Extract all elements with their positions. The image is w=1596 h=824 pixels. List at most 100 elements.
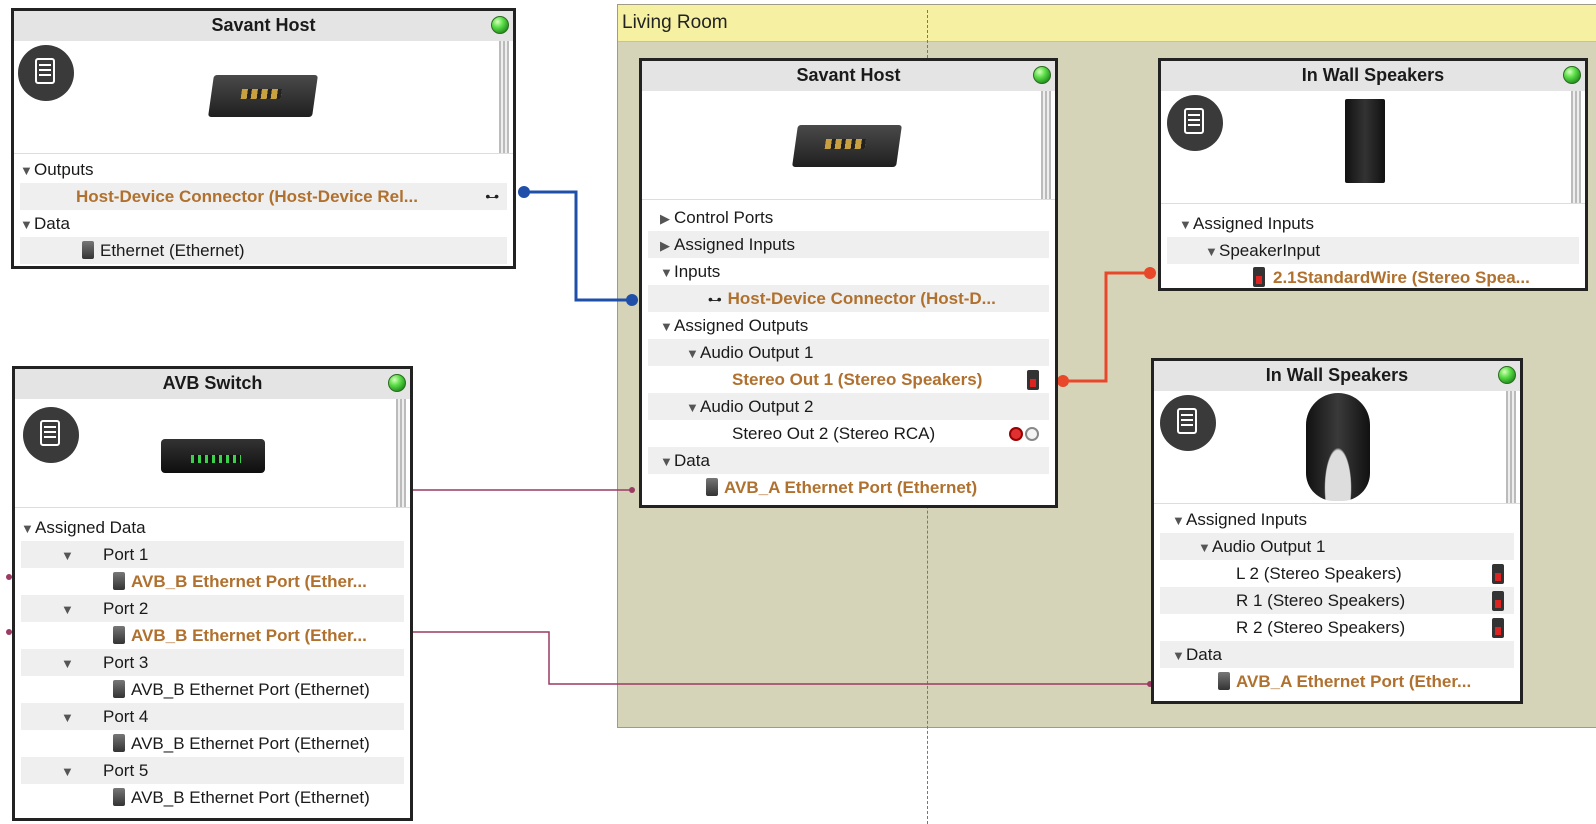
connector-icon[interactable]: •–• xyxy=(485,183,499,210)
section-label: Inputs xyxy=(674,262,721,281)
scrollbar[interactable] xyxy=(1041,91,1051,199)
port-4-item[interactable]: AVB_B Ethernet Port (Ethernet) xyxy=(21,730,404,757)
port-3-row[interactable]: ▼ Port 3 xyxy=(21,649,404,676)
section-label: Assigned Inputs xyxy=(1193,214,1314,233)
data-item-label: AVB_A Ethernet Port (Ether... xyxy=(1236,672,1472,691)
disclosure-down-icon[interactable]: ▼ xyxy=(1167,238,1219,265)
disclosure-down-icon[interactable]: ▼ xyxy=(1160,642,1186,669)
disclosure-down-icon[interactable]: ▼ xyxy=(648,259,674,286)
device-in-wall-speakers-bottom[interactable]: In Wall Speakers ▼Assigned Inputs ▼Audio… xyxy=(1151,358,1523,704)
scrollbar[interactable] xyxy=(499,41,509,153)
disclosure-down-icon[interactable]: ▼ xyxy=(648,340,700,367)
disclosure-down-icon[interactable]: ▼ xyxy=(1167,211,1193,238)
data-item-row[interactable]: AVB_A Ethernet Port (Ether... xyxy=(1160,668,1514,695)
section-assigned-data[interactable]: ▼Assigned Data xyxy=(21,514,404,541)
port-3-item[interactable]: AVB_B Ethernet Port (Ethernet) xyxy=(21,676,404,703)
connector-icon[interactable]: •–• xyxy=(648,286,722,313)
disclosure-down-icon[interactable]: ▼ xyxy=(21,515,35,542)
document-icon[interactable] xyxy=(1167,95,1223,151)
port-label: Port 4 xyxy=(103,707,149,726)
section-assigned-inputs[interactable]: ▼Assigned Inputs xyxy=(1167,210,1579,237)
disclosure-down-icon[interactable]: ▼ xyxy=(648,313,674,340)
device-avb-switch[interactable]: AVB Switch ▼Assigned Data ▼ Port 1 AVB_B … xyxy=(12,366,413,821)
section-assigned-inputs[interactable]: ▶ Assigned Inputs xyxy=(648,231,1049,258)
section-label: Assigned Data xyxy=(35,518,146,537)
document-icon[interactable] xyxy=(18,45,74,101)
disclosure-down-icon[interactable]: ▼ xyxy=(1160,507,1186,534)
data-item-row[interactable]: AVB_A Ethernet Port (Ethernet) xyxy=(648,474,1049,501)
rca-connector-icon[interactable] xyxy=(1009,420,1039,447)
disclosure-down-icon[interactable]: ▼ xyxy=(20,157,34,184)
device-savant-host-left[interactable]: Savant Host ▼Outputs Host-Device Connect… xyxy=(11,8,516,269)
section-control-ports[interactable]: ▶ Control Ports xyxy=(648,204,1049,231)
device-title: AVB Switch xyxy=(15,369,410,399)
disclosure-down-icon[interactable]: ▼ xyxy=(648,394,700,421)
scrollbar[interactable] xyxy=(1571,91,1581,203)
stereo-out-2-row[interactable]: Stereo Out 2 (Stereo RCA) xyxy=(648,420,1049,447)
disclosure-right-icon[interactable]: ▶ xyxy=(648,205,674,232)
ethernet-port-icon xyxy=(113,788,125,806)
speaker-input-row[interactable]: ▼SpeakerInput xyxy=(1167,237,1579,264)
disclosure-down-icon[interactable]: ▼ xyxy=(21,758,75,785)
audio-output-1-row[interactable]: ▼Audio Output 1 xyxy=(648,339,1049,366)
port-label: Port 1 xyxy=(103,545,149,564)
data-item-row[interactable]: Ethernet (Ethernet) xyxy=(20,237,507,264)
disclosure-down-icon[interactable]: ▼ xyxy=(20,211,34,238)
scrollbar[interactable] xyxy=(1506,391,1516,503)
group-label: Audio Output 1 xyxy=(700,343,814,362)
scrollbar[interactable] xyxy=(396,399,406,507)
speaker-item-row[interactable]: R 2 (Stereo Speakers) xyxy=(1160,614,1514,641)
port-4-row[interactable]: ▼ Port 4 xyxy=(21,703,404,730)
disclosure-down-icon[interactable]: ▼ xyxy=(21,704,75,731)
device-title: Savant Host xyxy=(642,61,1055,91)
port-5-row[interactable]: ▼ Port 5 xyxy=(21,757,404,784)
section-inputs[interactable]: ▼Inputs xyxy=(648,258,1049,285)
port-2-row[interactable]: ▼ Port 2 xyxy=(21,595,404,622)
disclosure-down-icon[interactable]: ▼ xyxy=(648,448,674,475)
speaker-wire-icon[interactable] xyxy=(1027,370,1039,390)
connector-label: Host-Device Connector (Host-Device Rel..… xyxy=(76,187,418,206)
section-assigned-inputs[interactable]: ▼Assigned Inputs xyxy=(1160,506,1514,533)
room-header[interactable]: Living Room xyxy=(618,5,1596,42)
section-outputs[interactable]: ▼Outputs xyxy=(20,156,507,183)
section-data[interactable]: ▼Data xyxy=(20,210,507,237)
device-in-wall-speakers-top[interactable]: In Wall Speakers ▼Assigned Inputs ▼Speak… xyxy=(1158,58,1588,291)
disclosure-down-icon[interactable]: ▼ xyxy=(21,596,75,623)
input-connector-row[interactable]: •–• Host-Device Connector (Host-D... xyxy=(648,285,1049,312)
port-item-label: AVB_B Ethernet Port (Ethernet) xyxy=(131,734,370,753)
speaker-wire-icon[interactable] xyxy=(1492,591,1504,611)
port-2-item[interactable]: AVB_B Ethernet Port (Ether... xyxy=(21,622,404,649)
port-item-label: AVB_B Ethernet Port (Ethernet) xyxy=(131,680,370,699)
port-1-row[interactable]: ▼ Port 1 xyxy=(21,541,404,568)
device-image-area xyxy=(14,41,513,154)
ethernet-port-icon xyxy=(113,734,125,752)
wire-row[interactable]: 2.1StandardWire (Stereo Spea... xyxy=(1167,264,1579,291)
disclosure-down-icon[interactable]: ▼ xyxy=(21,542,75,569)
port-1-item[interactable]: AVB_B Ethernet Port (Ether... xyxy=(21,568,404,595)
section-data[interactable]: ▼Data xyxy=(1160,641,1514,668)
speaker-wire-icon[interactable] xyxy=(1492,618,1504,638)
audio-output-1-row[interactable]: ▼Audio Output 1 xyxy=(1160,533,1514,560)
speaker-item-row[interactable]: R 1 (Stereo Speakers) xyxy=(1160,587,1514,614)
disclosure-down-icon[interactable]: ▼ xyxy=(21,650,75,677)
avb-switch-image xyxy=(161,439,265,473)
speaker-wire-icon[interactable] xyxy=(1492,564,1504,584)
ethernet-port-icon xyxy=(706,478,718,496)
section-data[interactable]: ▼Data xyxy=(648,447,1049,474)
document-icon[interactable] xyxy=(23,407,79,463)
disclosure-right-icon[interactable]: ▶ xyxy=(648,232,674,259)
output-connector-row[interactable]: Host-Device Connector (Host-Device Rel..… xyxy=(20,183,507,210)
ethernet-port-icon xyxy=(113,626,125,644)
connector-label: Host-Device Connector (Host-D... xyxy=(727,289,996,308)
speaker-item-row[interactable]: L 2 (Stereo Speakers) xyxy=(1160,560,1514,587)
port-5-item[interactable]: AVB_B Ethernet Port (Ethernet) xyxy=(21,784,404,811)
wire-label: 2.1StandardWire (Stereo Spea... xyxy=(1273,268,1530,287)
disclosure-down-icon[interactable]: ▼ xyxy=(1160,534,1212,561)
document-icon[interactable] xyxy=(1160,395,1216,451)
device-savant-host-room[interactable]: Savant Host ▶ Control Ports ▶ Assigned Inp… xyxy=(639,58,1058,508)
section-assigned-outputs[interactable]: ▼Assigned Outputs xyxy=(648,312,1049,339)
stereo-out-1-row[interactable]: Stereo Out 1 (Stereo Speakers) xyxy=(648,366,1049,393)
ethernet-port-icon xyxy=(113,680,125,698)
audio-output-2-row[interactable]: ▼Audio Output 2 xyxy=(648,393,1049,420)
port-label: Port 5 xyxy=(103,761,149,780)
